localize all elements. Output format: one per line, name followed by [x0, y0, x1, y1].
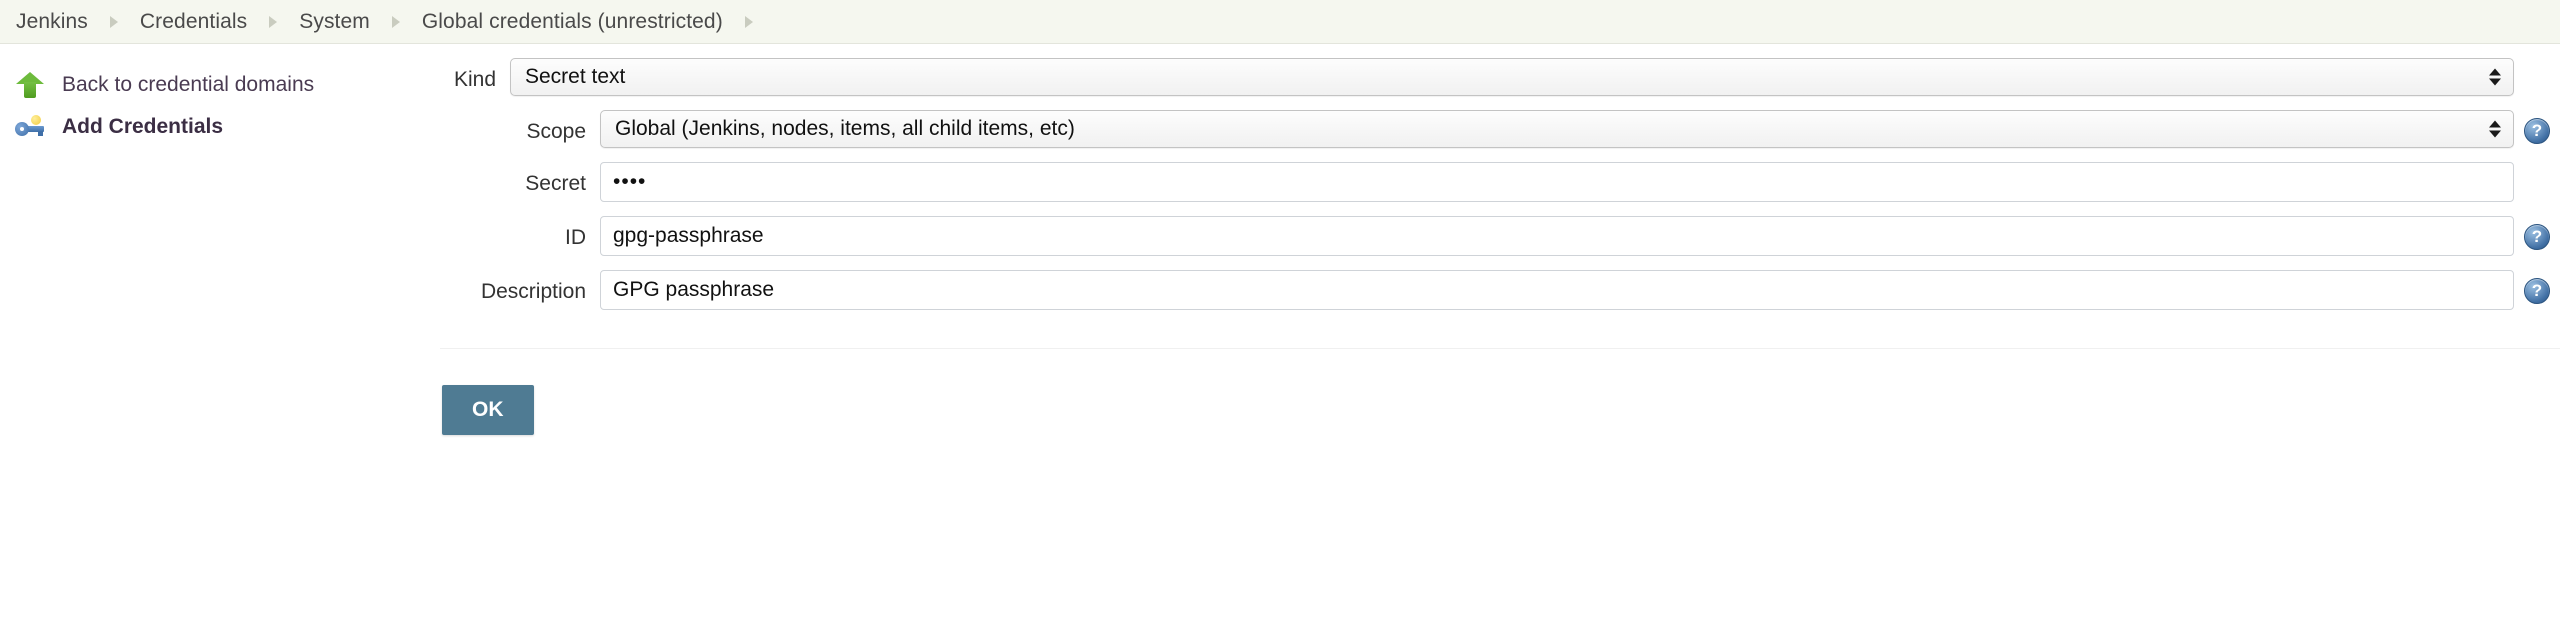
- secret-help-placeholder: [2514, 162, 2560, 196]
- help-icon[interactable]: ?: [2524, 118, 2550, 144]
- scope-select[interactable]: Global (Jenkins, nodes, items, all child…: [600, 110, 2514, 148]
- form-button-bar: OK: [440, 349, 2560, 435]
- description-input[interactable]: [600, 270, 2514, 310]
- form-row-scope: Scope Global (Jenkins, nodes, items, all…: [440, 110, 2560, 148]
- ok-button[interactable]: OK: [442, 385, 534, 435]
- side-panel: Back to credential domains Add Credentia…: [0, 44, 440, 148]
- credentials-form: Kind Secret text Scope Global (Jenkins, …: [440, 44, 2560, 435]
- help-icon[interactable]: ?: [2524, 278, 2550, 304]
- description-label: Description: [480, 280, 586, 303]
- sidebar-item-label: Add Credentials: [62, 115, 224, 138]
- breadcrumb-separator-icon: [269, 15, 278, 28]
- form-row-description: Description ?: [440, 270, 2560, 310]
- scope-select-value: Global (Jenkins, nodes, items, all child…: [615, 117, 1075, 140]
- id-help-cell: ?: [2514, 216, 2560, 250]
- sidebar-item-label: Back to credential domains: [62, 73, 315, 96]
- form-row-id: ID ?: [440, 216, 2560, 256]
- kind-select-value: Secret text: [525, 65, 626, 88]
- form-row-kind: Kind Secret text: [440, 58, 2560, 96]
- kind-help-placeholder: [2514, 58, 2560, 92]
- breadcrumb-item-credentials[interactable]: Credentials: [140, 10, 247, 34]
- kind-select[interactable]: Secret text: [510, 58, 2514, 96]
- breadcrumb-dropdown-icon[interactable]: [744, 15, 753, 28]
- id-label: ID: [565, 226, 586, 249]
- help-icon[interactable]: ?: [2524, 224, 2550, 250]
- id-input[interactable]: [600, 216, 2514, 256]
- secret-label: Secret: [525, 172, 586, 195]
- scope-label: Scope: [526, 120, 586, 143]
- chevron-updown-icon: [2489, 68, 2501, 86]
- breadcrumb-item-system[interactable]: System: [299, 10, 370, 34]
- page-body: Back to credential domains Add Credentia…: [0, 44, 2560, 435]
- breadcrumb-item-global-credentials[interactable]: Global credentials (unrestricted): [422, 10, 723, 34]
- breadcrumb-item-jenkins[interactable]: Jenkins: [16, 10, 88, 34]
- up-arrow-icon: [14, 69, 46, 101]
- chevron-updown-icon: [2489, 120, 2501, 138]
- sidebar-item-back-to-credential-domains[interactable]: Back to credential domains: [0, 64, 440, 106]
- scope-help-cell: ?: [2514, 110, 2560, 144]
- sidebar-item-add-credentials[interactable]: Add Credentials: [0, 106, 440, 148]
- form-row-secret: Secret: [440, 162, 2560, 202]
- kind-label: Kind: [453, 68, 496, 91]
- key-icon: [14, 111, 46, 143]
- breadcrumb-separator-icon: [391, 15, 400, 28]
- description-help-cell: ?: [2514, 270, 2560, 304]
- breadcrumb: Jenkins Credentials System Global creden…: [0, 0, 2560, 44]
- breadcrumb-separator-icon: [109, 15, 118, 28]
- secret-input[interactable]: [600, 162, 2514, 202]
